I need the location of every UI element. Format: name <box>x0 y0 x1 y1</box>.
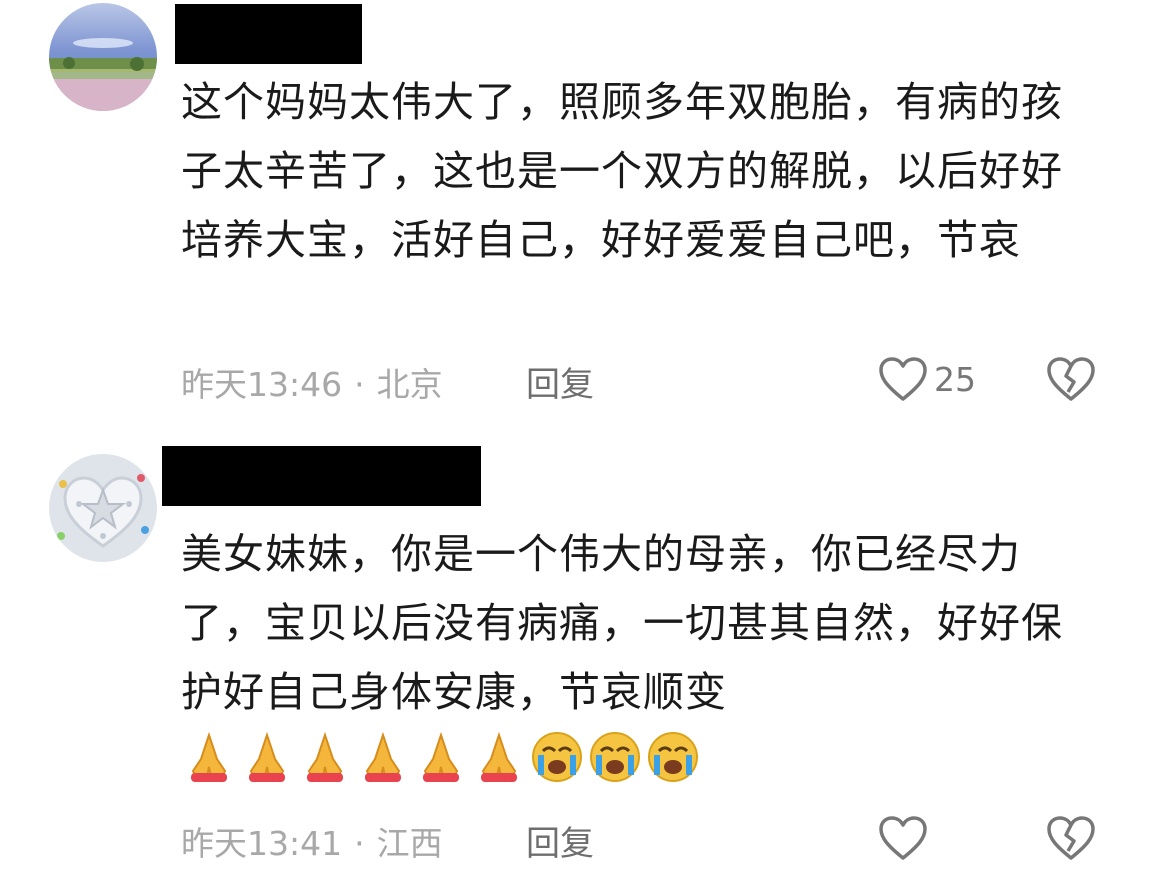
landscape-avatar-icon <box>49 3 157 111</box>
like-button[interactable] <box>878 815 934 861</box>
heart-star-avatar-icon <box>49 454 157 562</box>
folded-hands-icon <box>423 731 459 783</box>
reply-button[interactable]: 回复 <box>526 357 594 406</box>
emoji-group <box>181 729 701 785</box>
folded-hands-icon <box>365 731 401 783</box>
folded-hands-icon <box>481 731 517 783</box>
username-redacted <box>162 446 481 506</box>
like-button[interactable]: 25 <box>878 356 976 402</box>
reply-button[interactable]: 回复 <box>526 816 594 865</box>
meta-separator: · <box>354 824 365 863</box>
crying-face-icon <box>648 732 698 782</box>
meta-separator: · <box>354 365 365 404</box>
folded-hands-icon <box>191 731 227 783</box>
comment-meta: 昨天13:46 · 北京 <box>181 358 443 406</box>
crying-face-icon <box>590 732 640 782</box>
comment-location: 北京 <box>376 365 443 404</box>
folded-hands-icon <box>249 731 285 783</box>
dislike-button[interactable] <box>1046 815 1096 865</box>
crying-face-icon <box>532 732 582 782</box>
comment-text: 美女妹妹，你是一个伟大的母亲，你已经尽力了，宝贝以后没有病痛，一切甚其自然，好好… <box>181 520 1101 796</box>
comment-text-main: 美女妹妹，你是一个伟大的母亲，你已经尽力了，宝贝以后没有病痛，一切甚其自然，好好… <box>181 530 1063 716</box>
folded-hands-icon <box>307 731 343 783</box>
heart-outline-icon <box>879 816 927 860</box>
user-avatar[interactable] <box>49 454 157 562</box>
comment-item: 这个妈妈太伟大了，照顾多年双胞胎，有病的孩子太辛苦了，这也是一个双方的解脱，以后… <box>0 0 1152 430</box>
broken-heart-icon <box>1047 816 1095 860</box>
like-count: 25 <box>934 359 976 399</box>
comment-text: 这个妈妈太伟大了，照顾多年双胞胎，有病的孩子太辛苦了，这也是一个双方的解脱，以后… <box>181 78 1063 264</box>
broken-heart-icon <box>1047 357 1095 401</box>
comment-meta: 昨天13:41 · 江西 <box>181 817 443 865</box>
comment-location: 江西 <box>376 824 443 863</box>
username-redacted <box>175 4 362 64</box>
comment-item: 美女妹妹，你是一个伟大的母亲，你已经尽力了，宝贝以后没有病痛，一切甚其自然，好好… <box>0 430 1152 872</box>
dislike-button[interactable] <box>1046 356 1096 406</box>
comment-time: 昨天13:46 <box>181 365 343 404</box>
heart-outline-icon <box>879 357 927 401</box>
comment-time: 昨天13:41 <box>181 824 343 863</box>
user-avatar[interactable] <box>49 3 157 111</box>
